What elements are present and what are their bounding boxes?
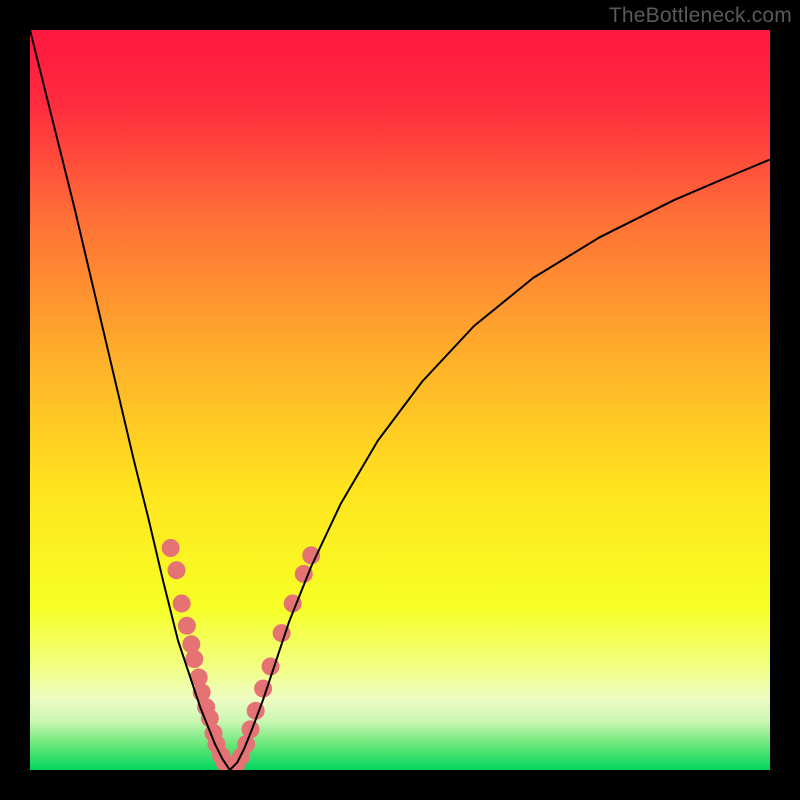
plot-area — [30, 30, 770, 770]
marker-dot — [182, 635, 200, 653]
chart-svg — [30, 30, 770, 770]
marker-dot — [173, 595, 191, 613]
marker-dot — [185, 650, 203, 668]
marker-dot — [178, 617, 196, 635]
marker-dot — [162, 539, 180, 557]
gradient-rect — [30, 30, 770, 770]
watermark-text: TheBottleneck.com — [609, 4, 792, 28]
chart-frame: TheBottleneck.com — [0, 0, 800, 800]
marker-dot — [168, 561, 186, 579]
